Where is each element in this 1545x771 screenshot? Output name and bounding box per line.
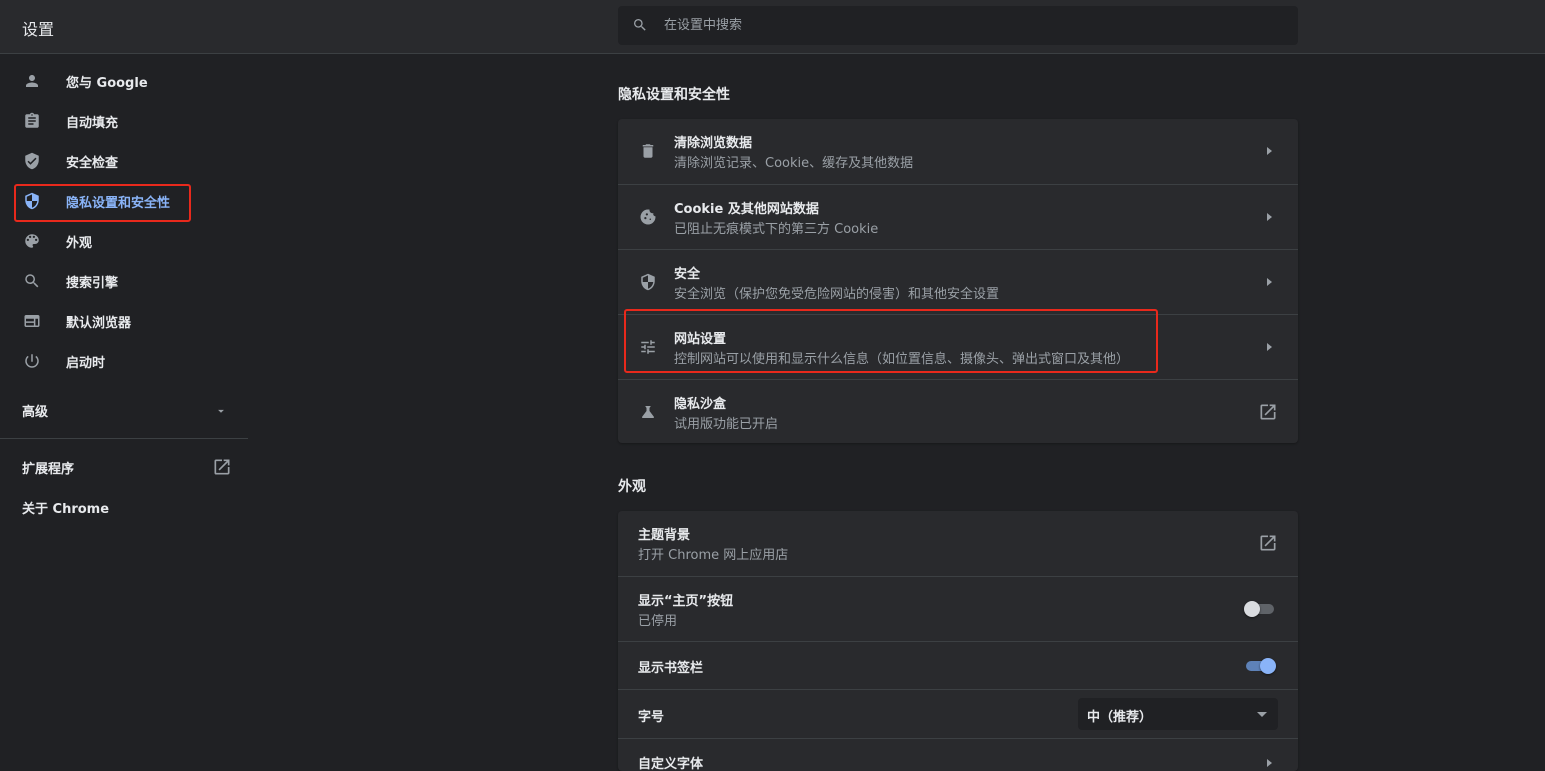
sidebar: 您与 Google 自动填充 安全检查 隐私设置和安全性 外观 搜索引擎 默认浏… xyxy=(0,54,248,760)
settings-search-box[interactable] xyxy=(618,6,1298,45)
bookmarks-bar-toggle[interactable] xyxy=(1244,658,1276,674)
row-title: 主题背景 xyxy=(638,528,691,543)
row-subtitle: 试用版功能已开启 xyxy=(674,417,779,432)
appearance-section-title: 外观 xyxy=(618,479,646,495)
toggle-knob xyxy=(1244,601,1260,617)
row-subtitle: 清除浏览记录、Cookie、缓存及其他数据 xyxy=(674,156,914,171)
search-icon xyxy=(22,271,42,291)
about-chrome-label: 关于 Chrome xyxy=(22,502,110,517)
sidebar-item-label: 启动时 xyxy=(66,356,106,371)
chevron-right-icon xyxy=(1267,343,1272,351)
row-title: 隐私沙盒 xyxy=(674,397,727,412)
bookmarks-bar-row: 显示书签栏 xyxy=(618,641,1298,689)
cookies-row[interactable]: Cookie 及其他网站数据 已阻止无痕模式下的第三方 Cookie xyxy=(618,184,1298,249)
toggle-knob xyxy=(1260,658,1276,674)
row-title: 安全 xyxy=(674,267,701,282)
sidebar-item-extensions[interactable]: 扩展程序 xyxy=(0,447,248,487)
advanced-label: 高级 xyxy=(22,405,49,420)
chevron-right-icon xyxy=(1267,759,1272,767)
sidebar-item-label: 您与 Google xyxy=(66,76,148,91)
clear-browsing-data-row[interactable]: 清除浏览数据 清除浏览记录、Cookie、缓存及其他数据 xyxy=(618,119,1298,184)
settings-search-input[interactable] xyxy=(662,6,1282,45)
home-button-toggle[interactable] xyxy=(1244,601,1276,617)
browser-window-icon xyxy=(22,311,42,331)
appearance-card: 主题背景 打开 Chrome 网上应用店 显示“主页”按钮 已停用 显示书签栏 … xyxy=(618,511,1298,771)
theme-row[interactable]: 主题背景 打开 Chrome 网上应用店 xyxy=(618,511,1298,576)
shield-check-icon xyxy=(22,151,42,171)
sidebar-item-safety-check[interactable]: 安全检查 xyxy=(0,141,248,181)
sidebar-item-on-startup[interactable]: 启动时 xyxy=(0,341,248,381)
dropdown-arrow-icon xyxy=(1257,712,1267,717)
privacy-section-title: 隐私设置和安全性 xyxy=(618,87,730,103)
trash-icon xyxy=(638,141,658,161)
row-subtitle: 控制网站可以使用和显示什么信息（如位置信息、摄像头、弹出式窗口及其他） xyxy=(674,352,1130,367)
dropdown-arrow-icon xyxy=(218,409,224,413)
sidebar-item-autofill[interactable]: 自动填充 xyxy=(0,101,248,141)
font-size-row: 字号 中（推荐） xyxy=(618,689,1298,738)
power-icon xyxy=(22,351,42,371)
row-title: 显示书签栏 xyxy=(638,661,704,676)
security-row[interactable]: 安全 安全浏览（保护您免受危险网站的侵害）和其他安全设置 xyxy=(618,249,1298,314)
top-header: 设置 xyxy=(0,0,1545,54)
sidebar-item-label: 外观 xyxy=(66,236,93,251)
row-title: 显示“主页”按钮 xyxy=(638,594,734,609)
external-link-icon xyxy=(1260,404,1276,420)
privacy-card: 清除浏览数据 清除浏览记录、Cookie、缓存及其他数据 Cookie 及其他网… xyxy=(618,119,1298,443)
sidebar-advanced-toggle[interactable]: 高级 xyxy=(0,390,248,430)
privacy-sandbox-row[interactable]: 隐私沙盒 试用版功能已开启 xyxy=(618,379,1298,443)
sidebar-item-label: 安全检查 xyxy=(66,156,119,171)
custom-fonts-row[interactable]: 自定义字体 xyxy=(618,738,1298,771)
cookie-icon xyxy=(638,207,658,227)
sidebar-item-appearance[interactable]: 外观 xyxy=(0,221,248,261)
flask-icon xyxy=(638,402,658,422)
select-value: 中（推荐） xyxy=(1087,710,1153,725)
row-subtitle: 已阻止无痕模式下的第三方 Cookie xyxy=(674,222,879,237)
sidebar-item-about-chrome[interactable]: 关于 Chrome xyxy=(0,487,248,527)
person-icon xyxy=(22,71,42,91)
row-title: 自定义字体 xyxy=(638,757,704,771)
sidebar-item-default-browser[interactable]: 默认浏览器 xyxy=(0,301,248,341)
search-icon xyxy=(634,19,646,31)
clipboard-icon xyxy=(22,111,42,131)
palette-icon xyxy=(22,231,42,251)
site-settings-row[interactable]: 网站设置 控制网站可以使用和显示什么信息（如位置信息、摄像头、弹出式窗口及其他） xyxy=(618,314,1298,379)
sidebar-item-search-engine[interactable]: 搜索引擎 xyxy=(0,261,248,301)
sidebar-item-label: 搜索引擎 xyxy=(66,276,119,291)
row-title: 网站设置 xyxy=(674,332,727,347)
sidebar-divider xyxy=(0,438,248,439)
row-title: 字号 xyxy=(638,710,665,725)
sidebar-highlight-box xyxy=(14,184,191,222)
extensions-label: 扩展程序 xyxy=(22,462,75,477)
external-link-icon xyxy=(214,459,230,475)
font-size-select[interactable]: 中（推荐） xyxy=(1078,698,1278,730)
row-title: Cookie 及其他网站数据 xyxy=(674,202,819,217)
row-subtitle: 打开 Chrome 网上应用店 xyxy=(638,548,789,563)
tune-icon xyxy=(638,337,658,357)
shield-half-icon xyxy=(638,272,658,292)
row-subtitle: 安全浏览（保护您免受危险网站的侵害）和其他安全设置 xyxy=(674,287,1000,302)
sidebar-item-label: 默认浏览器 xyxy=(66,316,132,331)
external-link-icon xyxy=(1260,535,1276,551)
row-title: 清除浏览数据 xyxy=(674,136,753,151)
row-subtitle: 已停用 xyxy=(638,614,678,629)
chevron-right-icon xyxy=(1267,147,1272,155)
home-button-row: 显示“主页”按钮 已停用 xyxy=(618,576,1298,641)
sidebar-item-you-and-google[interactable]: 您与 Google xyxy=(0,61,248,101)
chevron-right-icon xyxy=(1267,213,1272,221)
chevron-right-icon xyxy=(1267,278,1272,286)
sidebar-item-label: 自动填充 xyxy=(66,116,119,131)
page-title: 设置 xyxy=(22,20,55,39)
